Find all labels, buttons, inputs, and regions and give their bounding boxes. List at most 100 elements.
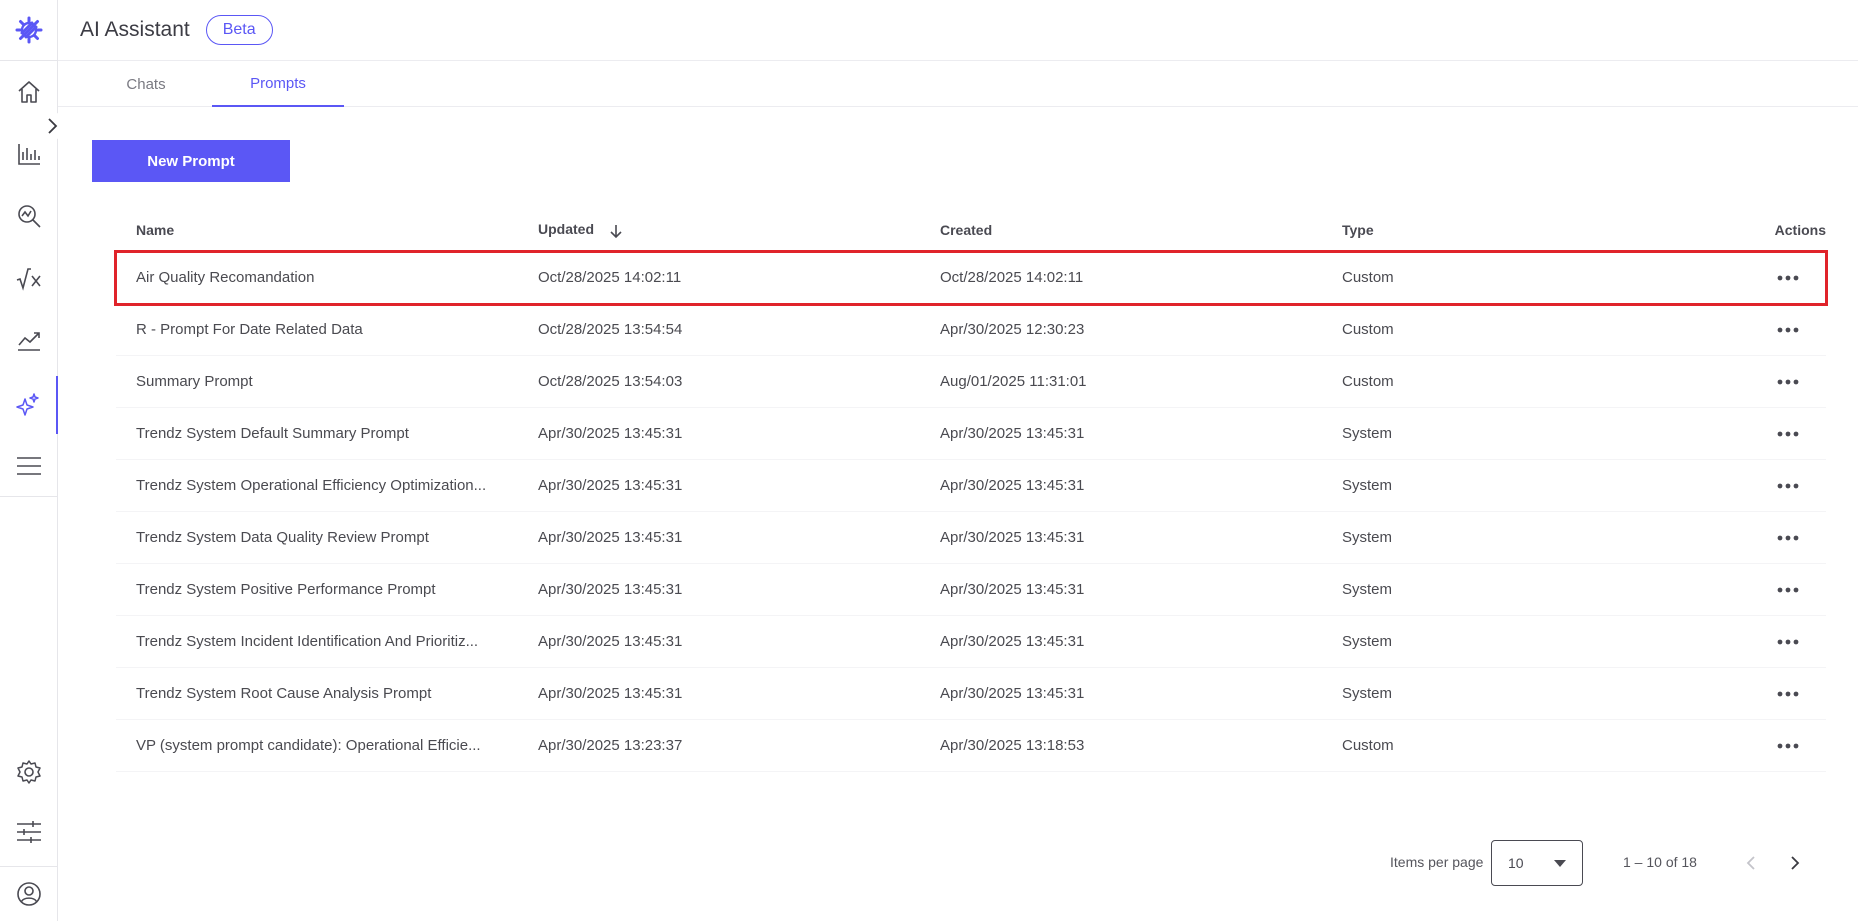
cell-updated: Oct/28/2025 13:54:54	[538, 321, 683, 338]
gear-logo-icon	[15, 16, 43, 44]
sidebar-divider	[0, 496, 58, 497]
cell-created: Aug/01/2025 11:31:01	[940, 373, 1087, 390]
sidebar-expand-button[interactable]	[38, 112, 66, 140]
sidebar-item-home[interactable]	[0, 66, 58, 118]
cell-updated: Apr/30/2025 13:45:31	[538, 633, 683, 650]
home-icon	[18, 81, 40, 103]
items-per-page-label: Items per page	[1390, 854, 1484, 870]
table-row[interactable]: Summary Prompt Oct/28/2025 13:54:03 Aug/01…	[116, 356, 1826, 408]
cell-updated: Apr/30/2025 13:45:31	[538, 581, 683, 598]
table-row[interactable]: Trendz System Data Quality Review Prompt…	[116, 512, 1826, 564]
row-actions-button[interactable]	[1724, 429, 1826, 439]
more-horizontal-icon	[1777, 275, 1799, 280]
tab-chats[interactable]: Chats	[80, 61, 212, 107]
column-header-updated[interactable]: Updated	[518, 221, 920, 238]
cell-name: R - Prompt For Date Related Data	[136, 321, 363, 338]
sidebar-item-menu[interactable]	[0, 440, 58, 492]
cell-name: VP (system prompt candidate): Operationa…	[136, 737, 481, 754]
cell-name: Trendz System Positive Performance Promp…	[136, 581, 436, 598]
page-title: AI Assistant	[80, 18, 190, 41]
more-horizontal-icon	[1777, 743, 1799, 748]
cell-name: Trendz System Operational Efficiency Opt…	[136, 477, 487, 494]
sidebar-item-trends[interactable]	[0, 314, 58, 366]
column-header-created[interactable]: Created	[920, 222, 1322, 238]
cell-created: Apr/30/2025 13:45:31	[940, 477, 1085, 494]
cell-type: System	[1342, 581, 1393, 598]
more-horizontal-icon	[1777, 431, 1799, 436]
prompts-table: Name Updated Created Type Actions Air Qu…	[114, 208, 1828, 772]
cell-name: Trendz System Incident Identification An…	[136, 633, 479, 650]
table-row[interactable]: Air Quality Recomandation Oct/28/2025 14:…	[114, 250, 1828, 306]
tab-prompts[interactable]: Prompts	[212, 61, 344, 107]
table-body: Air Quality Recomandation Oct/28/2025 14:…	[114, 250, 1828, 772]
cell-type: System	[1342, 425, 1393, 442]
cell-created: Apr/30/2025 13:45:31	[940, 581, 1085, 598]
line-chart-icon	[18, 332, 40, 351]
logo-button[interactable]	[0, 4, 58, 56]
cell-created: Apr/30/2025 13:18:53	[940, 737, 1085, 754]
sidebar-item-search[interactable]	[0, 190, 58, 242]
previous-page-button[interactable]	[1738, 850, 1764, 876]
next-page-button[interactable]	[1782, 850, 1808, 876]
column-header-name[interactable]: Name	[116, 222, 518, 238]
more-horizontal-icon	[1777, 379, 1799, 384]
items-per-page-value: 10	[1508, 855, 1524, 871]
caret-down-icon	[1554, 860, 1566, 867]
sidebar-divider	[0, 60, 58, 61]
cell-created: Apr/30/2025 13:45:31	[940, 529, 1085, 546]
more-horizontal-icon	[1777, 587, 1799, 592]
table-row[interactable]: Trendz System Positive Performance Promp…	[116, 564, 1826, 616]
sqrt-x-icon	[16, 268, 41, 291]
row-actions-button[interactable]	[1724, 533, 1826, 543]
more-horizontal-icon	[1777, 639, 1799, 644]
row-actions-button[interactable]	[1724, 741, 1826, 751]
chevron-right-icon	[1791, 856, 1800, 870]
cell-created: Oct/28/2025 14:02:11	[940, 269, 1084, 286]
paginator: Items per page 10 1 – 10 of 18	[0, 840, 1858, 886]
cell-name: Summary Prompt	[136, 373, 253, 390]
table-row[interactable]: VP (system prompt candidate): Operationa…	[116, 720, 1826, 772]
cell-type: System	[1342, 529, 1393, 546]
sidebar-item-settings[interactable]	[0, 746, 58, 798]
table-row[interactable]: Trendz System Root Cause Analysis Prompt…	[116, 668, 1826, 720]
sidebar-item-formula[interactable]	[0, 252, 58, 304]
bar-chart-icon	[18, 144, 40, 165]
row-actions-button[interactable]	[1724, 325, 1826, 335]
cell-created: Apr/30/2025 12:30:23	[940, 321, 1085, 338]
hamburger-icon	[17, 457, 41, 475]
cell-name: Trendz System Data Quality Review Prompt	[136, 529, 429, 546]
sort-desc-icon	[610, 224, 622, 238]
row-actions-button[interactable]	[1724, 481, 1826, 491]
row-actions-button[interactable]	[1724, 637, 1826, 647]
beta-badge: Beta	[205, 15, 273, 45]
row-actions-button[interactable]	[1724, 689, 1826, 699]
cell-type: Custom	[1342, 321, 1394, 338]
table-row[interactable]: Trendz System Incident Identification An…	[116, 616, 1826, 668]
sidebar-item-ai-assistant[interactable]	[0, 376, 58, 434]
cell-created: Apr/30/2025 13:45:31	[940, 425, 1085, 442]
more-horizontal-icon	[1777, 327, 1799, 332]
cell-updated: Oct/28/2025 13:54:03	[538, 373, 683, 390]
cell-updated: Apr/30/2025 13:23:37	[538, 737, 683, 754]
row-actions-button[interactable]	[1724, 377, 1826, 387]
more-horizontal-icon	[1777, 483, 1799, 488]
column-header-type[interactable]: Type	[1322, 222, 1724, 238]
table-row[interactable]: R - Prompt For Date Related Data Oct/28/2…	[116, 304, 1826, 356]
more-horizontal-icon	[1777, 691, 1799, 696]
page-range-label: 1 – 10 of 18	[1623, 854, 1697, 870]
cell-type: Custom	[1342, 269, 1394, 286]
row-actions-button[interactable]	[1724, 585, 1826, 595]
tab-bar: Chats Prompts	[58, 61, 1858, 107]
items-per-page-select[interactable]: 10	[1491, 840, 1583, 886]
cell-name: Trendz System Root Cause Analysis Prompt	[136, 685, 432, 702]
cell-type: System	[1342, 477, 1393, 494]
cell-type: Custom	[1342, 737, 1394, 754]
row-actions-button[interactable]	[1724, 273, 1826, 283]
table-row[interactable]: Trendz System Default Summary Prompt Apr/…	[116, 408, 1826, 460]
table-row[interactable]: Trendz System Operational Efficiency Opt…	[116, 460, 1826, 512]
new-prompt-button[interactable]: New Prompt	[92, 140, 290, 182]
cell-created: Apr/30/2025 13:45:31	[940, 685, 1085, 702]
table-header: Name Updated Created Type Actions	[116, 208, 1826, 252]
chevron-right-icon	[48, 118, 58, 134]
settings-icon	[17, 760, 41, 784]
